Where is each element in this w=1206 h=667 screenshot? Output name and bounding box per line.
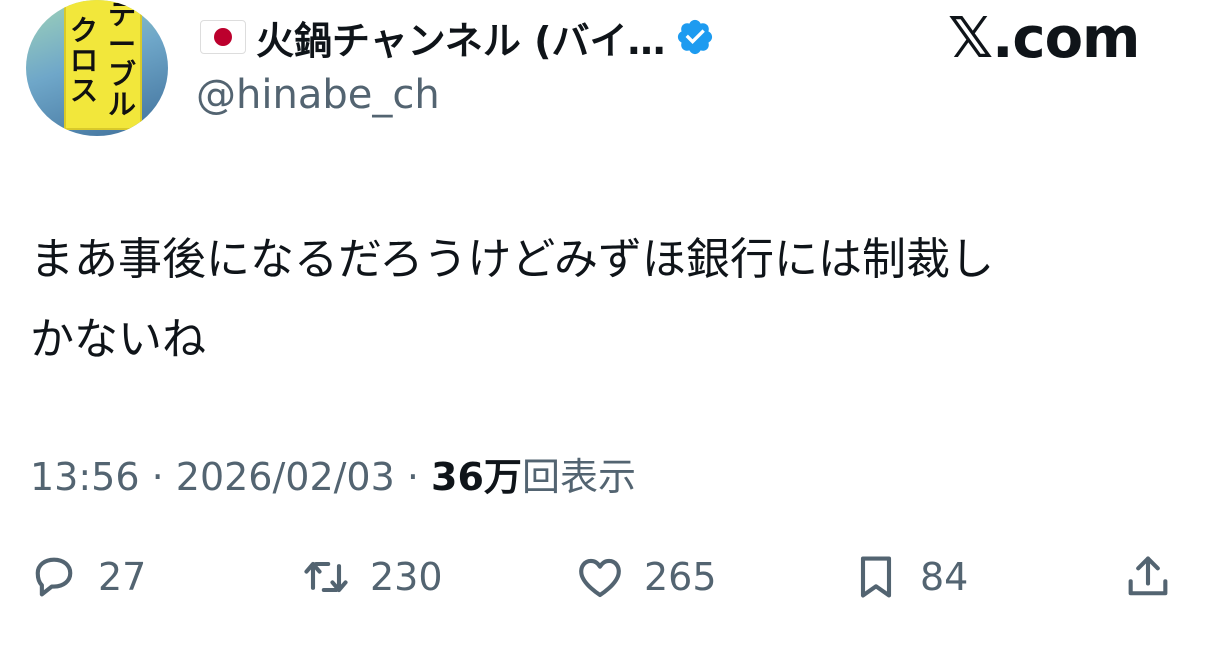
meta-separator: · — [394, 455, 432, 499]
avatar-sign-text-2: ク ロ ス — [69, 14, 98, 107]
user-handle[interactable]: @hinabe_ch — [196, 72, 440, 118]
tweet-text-line-1: まあ事後になるだろうけどみずほ銀行には制裁し — [30, 234, 995, 285]
user-name-row[interactable]: 火鍋チャンネル (バイ… — [200, 10, 715, 65]
retweet-button[interactable]: 230 — [300, 545, 443, 609]
tweet-text: まあ事後になるだろうけどみずほ銀行には制裁し かないね — [30, 220, 1170, 380]
tweet-text-line-2: かないね — [30, 314, 206, 365]
retweet-count: 230 — [370, 555, 443, 599]
bookmark-icon — [860, 556, 892, 598]
reply-icon — [35, 557, 73, 597]
meta-separator: · — [139, 455, 176, 499]
like-count: 265 — [644, 555, 717, 599]
action-bar: 27 230 265 84 — [0, 545, 1206, 609]
share-button[interactable] — [1122, 545, 1174, 609]
x-logo-text: 𝕏.com — [948, 6, 1140, 71]
bookmark-button[interactable]: 84 — [850, 545, 968, 609]
tweet-meta: 13:56 · 2026/02/03 · 36万回表示 — [30, 446, 636, 501]
avatar-sign-text-1: テ ー ブ ル — [107, 0, 136, 121]
verified-badge-icon — [678, 19, 713, 55]
japan-flag-icon — [200, 20, 246, 54]
like-button[interactable]: 265 — [574, 545, 717, 609]
reply-button[interactable]: 27 — [28, 545, 146, 609]
bookmark-count: 84 — [920, 555, 969, 599]
share-icon — [1128, 556, 1168, 596]
avatar[interactable]: テ ー ブ ル ク ロ ス — [26, 0, 168, 136]
views-count: 36万 — [431, 455, 522, 499]
views-label: 回表示 — [521, 455, 636, 499]
retweet-icon — [304, 561, 348, 593]
tweet-time[interactable]: 13:56 — [30, 455, 140, 499]
tweet-date[interactable]: 2026/02/03 — [176, 455, 395, 499]
avatar-sign: テ ー ブ ル ク ロ ス — [64, 0, 142, 130]
display-name[interactable]: 火鍋チャンネル (バイ… — [256, 10, 665, 65]
heart-icon — [579, 558, 621, 598]
reply-count: 27 — [98, 555, 147, 599]
